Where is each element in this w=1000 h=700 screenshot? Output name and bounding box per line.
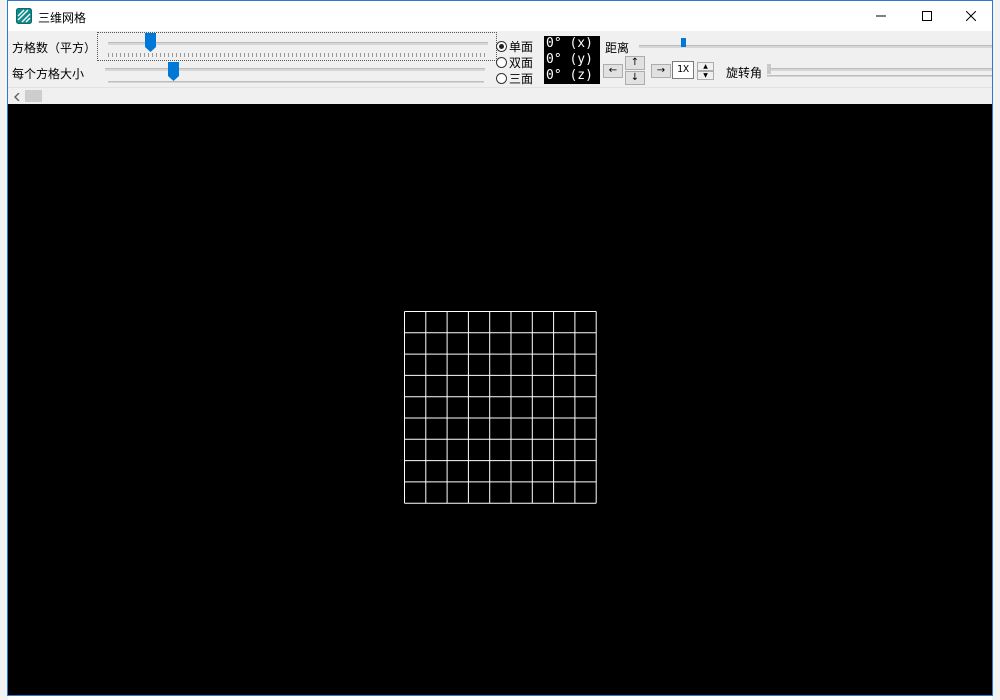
angle-z: 0° (z) xyxy=(546,68,593,83)
scroll-thumb[interactable] xyxy=(25,90,42,102)
face-option-label: 单面 xyxy=(509,40,534,54)
move-right-button[interactable]: → xyxy=(651,64,671,78)
angle-readout: 0° (x) 0° (y) 0° (z) xyxy=(544,36,600,84)
move-up-button[interactable]: ↑ xyxy=(625,56,645,70)
face-option-double[interactable]: 双面 xyxy=(496,54,533,71)
horizontal-scrollbar[interactable] xyxy=(8,87,992,105)
distance-slider[interactable] xyxy=(680,38,686,47)
rotation-label: 旋转角 xyxy=(726,66,763,80)
radio-selected-icon xyxy=(496,41,507,52)
radio-icon xyxy=(496,73,507,84)
move-down-button[interactable]: ↓ xyxy=(625,71,645,85)
maximize-icon xyxy=(922,11,932,21)
grid-canvas[interactable] xyxy=(8,104,992,695)
angle-y: 0° (y) xyxy=(546,52,593,67)
rotation-slider[interactable] xyxy=(767,64,771,74)
grid-count-slider[interactable] xyxy=(144,33,156,52)
grid-count-label: 方格数（平方） xyxy=(12,41,97,55)
app-grid-icon xyxy=(16,8,32,24)
scroll-left-icon[interactable] xyxy=(8,88,25,105)
face-option-triple[interactable]: 三面 xyxy=(496,70,533,87)
zoom-input[interactable]: 1X xyxy=(672,61,694,79)
face-option-label: 双面 xyxy=(509,56,534,70)
window-title: 三维网格 xyxy=(38,11,87,25)
radio-icon xyxy=(496,57,507,68)
cell-size-label: 每个方格大小 xyxy=(12,67,85,81)
close-button[interactable] xyxy=(948,1,994,31)
grid-drawing xyxy=(404,311,597,504)
rotation-baseline xyxy=(767,75,992,77)
zoom-decrease-button[interactable]: ▼ xyxy=(697,71,714,80)
minimize-button[interactable] xyxy=(858,1,904,31)
zoom-increase-button[interactable]: ▲ xyxy=(697,62,714,71)
app-window: 三维网格 方格数（平方） 每个方格大小 单面 双面 三面 0° (x) 0° (… xyxy=(7,0,993,696)
rotation-track xyxy=(767,68,992,71)
angle-x: 0° (x) xyxy=(546,36,593,51)
move-left-button[interactable]: ← xyxy=(603,64,623,78)
face-option-single[interactable]: 单面 xyxy=(496,38,533,55)
close-icon xyxy=(966,11,976,21)
maximize-button[interactable] xyxy=(904,1,950,31)
cell-size-baseline xyxy=(108,81,484,83)
cell-size-slider[interactable] xyxy=(167,62,179,81)
distance-label: 距离 xyxy=(605,41,630,55)
distance-track xyxy=(639,45,992,48)
cell-size-track xyxy=(105,68,485,71)
minimize-icon xyxy=(876,15,886,17)
face-option-label: 三面 xyxy=(509,72,534,86)
title-bar: 三维网格 xyxy=(8,1,992,31)
grid-count-track xyxy=(108,42,488,45)
grid-count-ticks xyxy=(108,53,488,57)
background-strip-right xyxy=(992,0,1000,700)
